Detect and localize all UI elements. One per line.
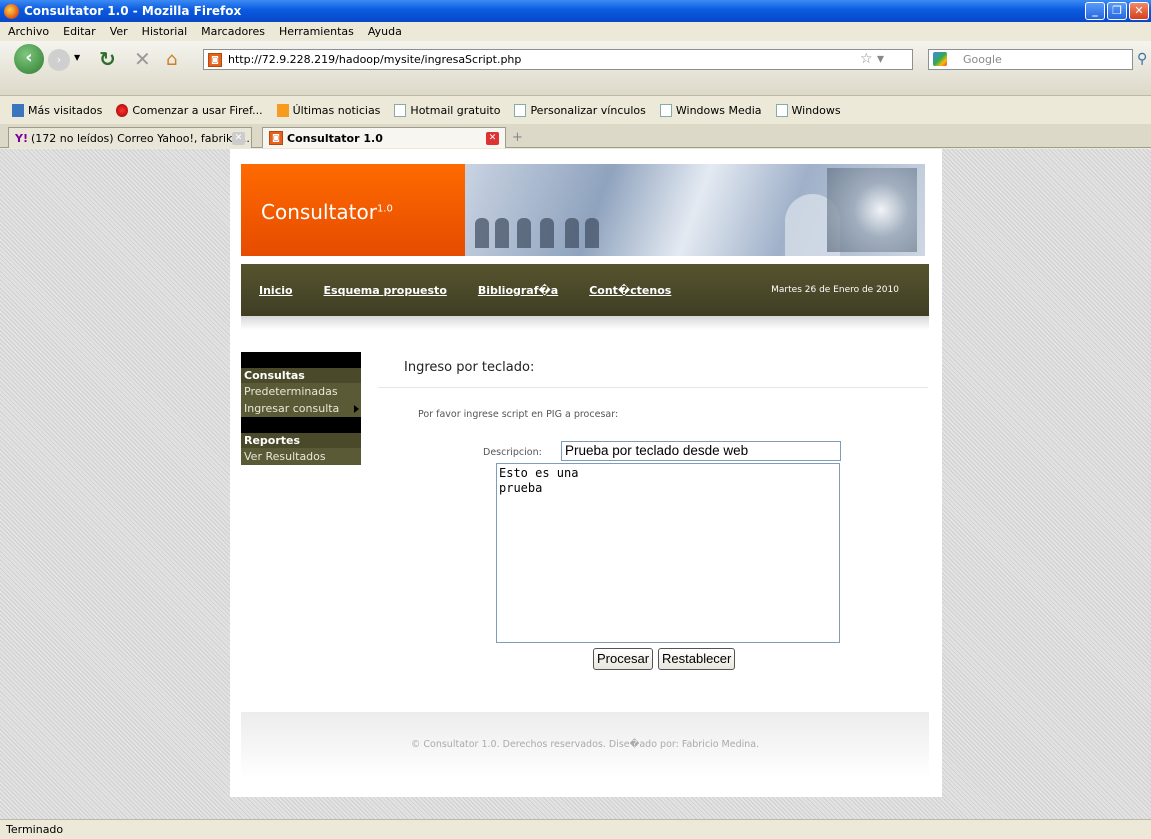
window-title: Consultator 1.0 - Mozilla Firefox xyxy=(24,4,242,18)
sidebar-heading-reportes: Reportes xyxy=(241,433,361,448)
google-icon[interactable] xyxy=(933,52,947,66)
tab-yahoo-mail[interactable]: Y! (172 no leídos) Correo Yahoo!, fabrik… xyxy=(8,127,252,148)
tab-consultator[interactable]: ◙ Consultator 1.0 ✕ xyxy=(262,127,506,148)
home-icon[interactable]: ⌂ xyxy=(166,49,177,70)
firefox-icon xyxy=(4,3,19,19)
sidebar-item-ver-resultados[interactable]: Ver Resultados xyxy=(241,448,361,465)
sidebar-item-predeterminadas[interactable]: Predeterminadas xyxy=(241,383,361,400)
page-viewport: Consultator1.0 Inicio Esquema propuesto … xyxy=(0,149,1151,819)
bookmark-mas-visitados[interactable]: Más visitados xyxy=(12,103,102,117)
tab-close-icon[interactable]: ✕ xyxy=(232,132,245,145)
sidebar-item-ingresar-consulta[interactable]: Ingresar consulta xyxy=(241,400,361,417)
forward-button[interactable]: › xyxy=(48,49,70,71)
site-nav: Inicio Esquema propuesto Bibliograf�a Co… xyxy=(241,264,929,316)
script-textarea[interactable]: Esto es una prueba xyxy=(496,463,840,643)
menu-bar: Archivo Editar Ver Historial Marcadores … xyxy=(0,22,1151,41)
current-date: Martes 26 de Enero de 2010 xyxy=(771,285,899,295)
bookmark-hotmail[interactable]: Hotmail gratuito xyxy=(394,103,500,117)
bookmark-star-icon[interactable]: ☆ ▾ xyxy=(860,51,884,67)
menu-archivo[interactable]: Archivo xyxy=(8,25,49,38)
site-footer: © Consultator 1.0. Derechos reservados. … xyxy=(241,712,929,778)
page-icon xyxy=(775,103,788,117)
maximize-button[interactable]: ❐ xyxy=(1107,2,1127,20)
procesar-button[interactable]: Procesar xyxy=(593,648,654,670)
site-favicon-icon: ◙ xyxy=(208,53,222,67)
nav-inicio[interactable]: Inicio xyxy=(259,284,293,297)
search-placeholder: Google xyxy=(963,53,1002,66)
description-field[interactable]: Prueba por teclado desde web xyxy=(561,441,841,461)
stop-icon[interactable]: ✕ xyxy=(134,47,151,71)
menu-editar[interactable]: Editar xyxy=(63,25,96,38)
history-dropdown-icon[interactable]: ▼ xyxy=(74,53,80,62)
url-text: http://72.9.228.219/hadoop/mysite/ingres… xyxy=(228,53,522,66)
search-input[interactable]: Google xyxy=(928,49,1133,70)
bookmark-personalizar[interactable]: Personalizar vínculos xyxy=(514,103,646,117)
new-tab-icon[interactable]: + xyxy=(512,130,523,145)
nav-contactenos[interactable]: Cont�ctenos xyxy=(589,284,671,297)
instructions-text: Por favor ingrese script en PIG a proces… xyxy=(418,409,619,420)
back-button[interactable]: ‹ xyxy=(14,44,44,74)
close-button[interactable]: ✕ xyxy=(1129,2,1149,20)
window-titlebar: Consultator 1.0 - Mozilla Firefox _ ❐ ✕ xyxy=(0,0,1151,22)
description-label: Descripcion: xyxy=(483,447,542,458)
menu-ayuda[interactable]: Ayuda xyxy=(368,25,402,38)
divider xyxy=(378,387,928,388)
url-bar[interactable]: ◙ http://72.9.228.219/hadoop/mysite/ingr… xyxy=(203,49,913,70)
site-logo[interactable]: Consultator1.0 xyxy=(241,164,465,256)
status-bar: Terminado xyxy=(0,819,1151,839)
page-icon xyxy=(659,103,672,117)
menu-ver[interactable]: Ver xyxy=(110,25,128,38)
search-icon[interactable]: ⚲ xyxy=(1137,51,1147,67)
bookmark-folder-icon xyxy=(12,103,24,117)
site-container: Consultator1.0 Inicio Esquema propuesto … xyxy=(230,149,942,797)
yahoo-icon: Y! xyxy=(15,131,28,145)
sidebar-heading-consultas: Consultas xyxy=(241,368,361,383)
menu-marcadores[interactable]: Marcadores xyxy=(201,25,265,38)
tab-strip: Y! (172 no leídos) Correo Yahoo!, fabrik… xyxy=(0,124,1151,148)
menu-herramientas[interactable]: Herramientas xyxy=(279,25,354,38)
minimize-button[interactable]: _ xyxy=(1085,2,1105,20)
submenu-arrow-icon xyxy=(354,405,359,413)
bookmarks-toolbar: Más visitados Comenzar a usar Firef... Ú… xyxy=(0,99,1151,121)
restablecer-button[interactable]: Restablecer xyxy=(658,648,736,670)
bookmark-ultimas-noticias[interactable]: Últimas noticias xyxy=(276,103,380,117)
page-icon xyxy=(514,103,527,117)
header-image xyxy=(465,164,925,256)
bookmark-comenzar[interactable]: Comenzar a usar Firef... xyxy=(116,103,263,117)
rss-icon xyxy=(276,103,289,117)
nav-bibliografia[interactable]: Bibliograf�a xyxy=(478,284,558,297)
site-favicon-icon: ◙ xyxy=(269,131,283,145)
sidebar: Consultas Predeterminadas Ingresar consu… xyxy=(241,352,361,465)
tab-close-icon[interactable]: ✕ xyxy=(486,132,499,145)
bookmark-windows-media[interactable]: Windows Media xyxy=(659,103,762,117)
navigation-toolbar: ‹ › ▼ ↻ ✕ ⌂ ◙ http://72.9.228.219/hadoop… xyxy=(0,41,1151,96)
reload-icon[interactable]: ↻ xyxy=(99,47,116,71)
nav-esquema[interactable]: Esquema propuesto xyxy=(324,284,447,297)
page-icon xyxy=(394,103,407,117)
firefox-bookmark-icon xyxy=(116,103,129,117)
menu-historial[interactable]: Historial xyxy=(142,25,187,38)
page-title: Ingreso por teclado: xyxy=(404,360,535,375)
bookmark-windows[interactable]: Windows xyxy=(775,103,841,117)
